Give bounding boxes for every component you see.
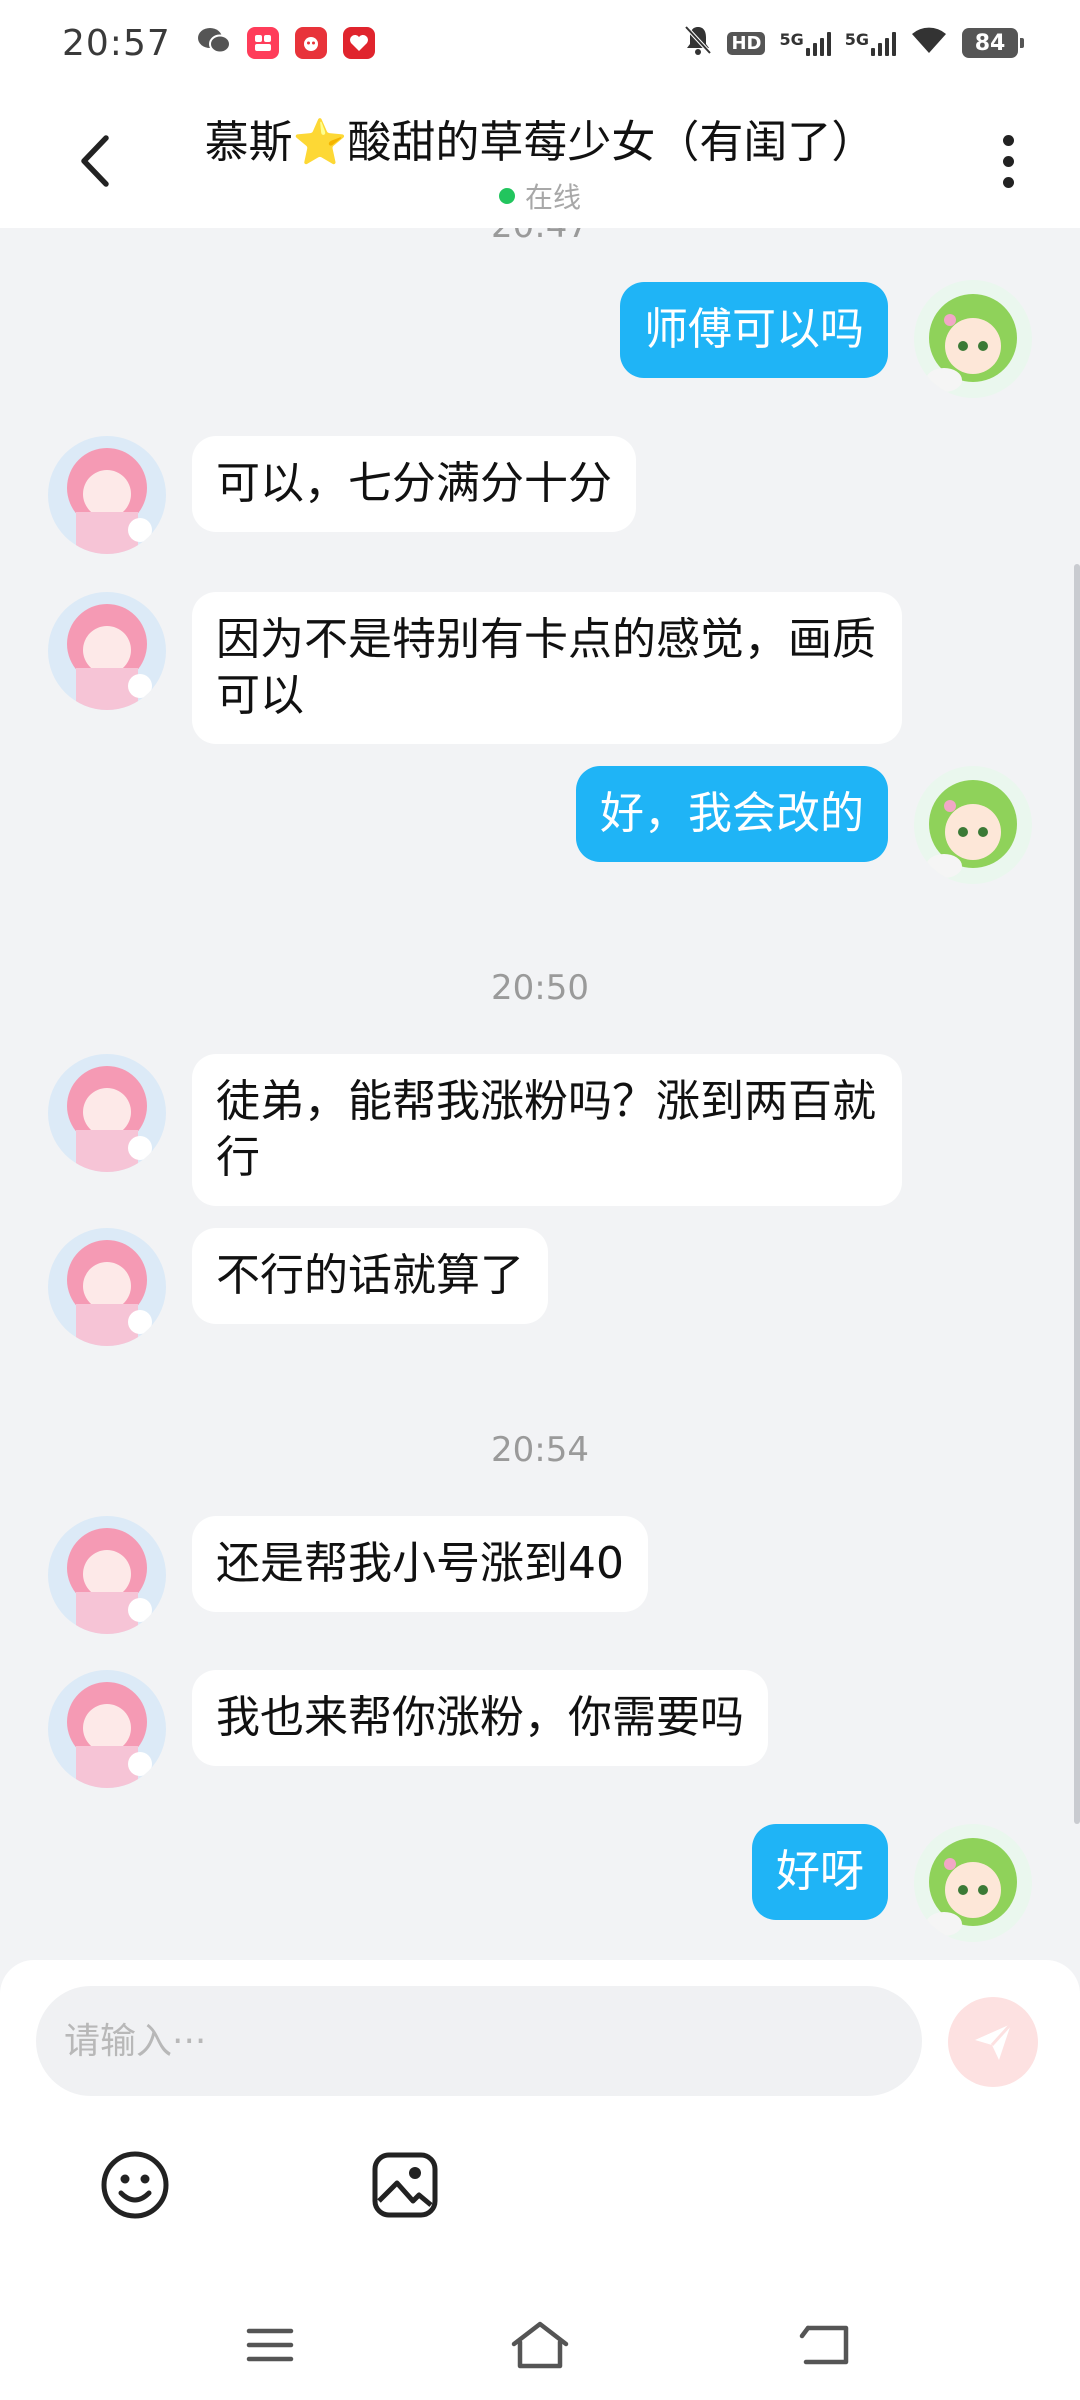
- presence-label: 在线: [524, 181, 581, 214]
- nav-menu-button[interactable]: [230, 2310, 310, 2380]
- timestamp: 20:50: [491, 968, 589, 1008]
- message-bubble-incoming[interactable]: 因为不是特别有卡点的感觉，画质可以: [192, 592, 902, 744]
- my-avatar[interactable]: [914, 766, 1032, 884]
- status-bar: 20:57 HD 5G 5G 84: [0, 0, 1080, 86]
- more-vertical-icon: [1002, 134, 1014, 146]
- contact-avatar[interactable]: [48, 1228, 166, 1346]
- system-navigation-bar: [0, 2290, 1080, 2400]
- my-avatar[interactable]: [914, 1824, 1032, 1942]
- chevron-left-icon: [81, 135, 109, 187]
- message-bubble-incoming[interactable]: 徒弟，能帮我涨粉吗？涨到两百就行: [192, 1054, 902, 1206]
- message-bubble-outgoing[interactable]: 好呀: [752, 1824, 888, 1920]
- title-block: 慕斯⭐酸甜的草莓少女（有闺了） 在线: [140, 106, 940, 216]
- back-icon: [799, 2325, 849, 2365]
- battery-indicator: 84: [962, 28, 1024, 58]
- message-bubble-incoming[interactable]: 我也来帮你涨粉，你需要吗: [192, 1670, 768, 1766]
- send-button[interactable]: [948, 1997, 1038, 2087]
- contact-avatar[interactable]: [48, 1054, 166, 1172]
- my-avatar[interactable]: [914, 280, 1032, 398]
- signal-2: 5G: [845, 30, 896, 56]
- smiley-icon: [101, 2151, 169, 2219]
- scrollbar[interactable]: [1074, 564, 1080, 1824]
- nav-back-button[interactable]: [785, 2310, 865, 2380]
- image-icon: [372, 2152, 438, 2218]
- back-button[interactable]: [70, 126, 120, 196]
- wifi-icon: [910, 25, 948, 61]
- message-bubble-outgoing[interactable]: 好，我会改的: [576, 766, 888, 862]
- message-list[interactable]: 20:47 师傅可以吗 可以，七分满分十分 因为不是特别有卡点的感觉，画质可以 …: [0, 228, 1080, 1960]
- message-input[interactable]: [36, 1986, 922, 2096]
- contact-name: 慕斯⭐酸甜的草莓少女（有闺了）: [204, 117, 876, 168]
- contact-avatar[interactable]: [48, 1670, 166, 1788]
- message-bubble-outgoing[interactable]: 师傅可以吗: [620, 282, 888, 378]
- timestamp: 20:54: [491, 1430, 589, 1470]
- image-button[interactable]: [360, 2140, 450, 2230]
- signal-1: 5G: [779, 30, 831, 56]
- presence-status: 在线: [140, 176, 940, 216]
- message-bubble-incoming[interactable]: 可以，七分满分十分: [192, 436, 636, 532]
- home-icon: [511, 2321, 569, 2369]
- message-bubble-incoming[interactable]: 还是帮我小号涨到40: [192, 1516, 648, 1612]
- emoji-button[interactable]: [90, 2140, 180, 2230]
- menu-icon: [246, 2328, 294, 2362]
- hd-badge: HD: [727, 31, 766, 55]
- notification-icons: [197, 26, 375, 60]
- shopping-app-icon: [294, 27, 327, 59]
- system-indicators: HD 5G 5G 84: [683, 24, 1024, 62]
- wechat-icon: [197, 26, 231, 60]
- more-options-button[interactable]: [988, 126, 1028, 196]
- chat-screen: 20:57 HD 5G 5G 84 慕斯⭐酸甜的草莓少女（有闺了） 在线 师傅可…: [0, 0, 1080, 2400]
- video-app-icon: [246, 27, 279, 59]
- paper-plane-icon: [975, 2022, 1013, 2060]
- timestamp: 20:47: [0, 228, 1080, 246]
- message-bubble-incoming[interactable]: 不行的话就算了: [192, 1228, 548, 1324]
- chat-header: 慕斯⭐酸甜的草莓少女（有闺了） 在线: [0, 86, 1080, 228]
- online-dot: [498, 188, 515, 204]
- contact-avatar[interactable]: [48, 592, 166, 710]
- contact-avatar[interactable]: [48, 1516, 166, 1634]
- deals-app-icon: [342, 27, 375, 59]
- status-time: 20:57: [62, 22, 171, 64]
- nav-home-button[interactable]: [500, 2310, 580, 2380]
- mute-icon: [683, 24, 713, 62]
- contact-avatar[interactable]: [48, 436, 166, 554]
